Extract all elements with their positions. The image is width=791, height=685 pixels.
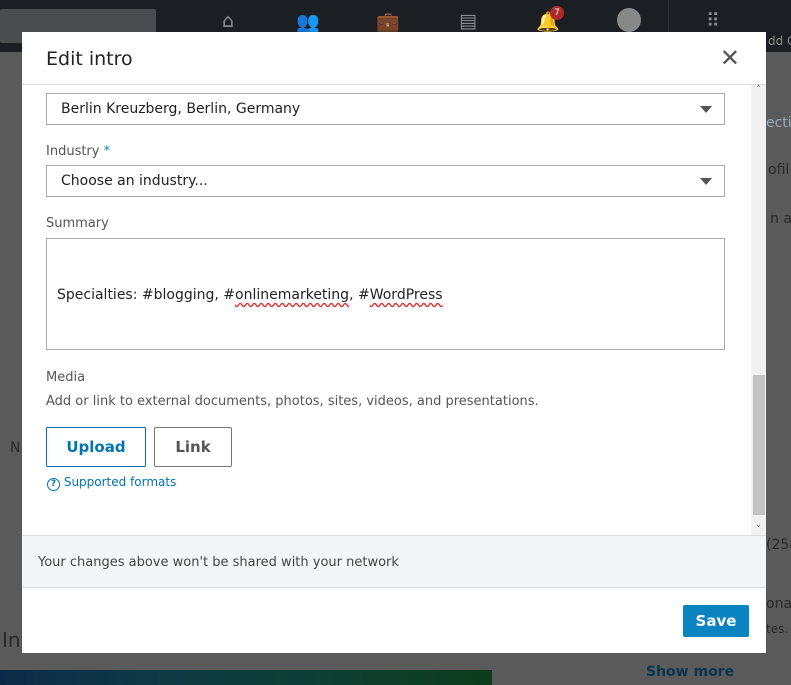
industry-label-text: Industry xyxy=(46,144,100,159)
media-label: Media xyxy=(46,370,86,385)
summary-text: onlinemarketing xyxy=(235,287,350,303)
scroll-down-icon[interactable]: ˅ xyxy=(751,525,766,535)
bg-text: (258 xyxy=(766,537,791,553)
scrollbar-thumb[interactable] xyxy=(753,375,765,515)
home-icon[interactable]: ⌂ xyxy=(216,10,240,34)
summary-text: WordPress xyxy=(369,287,443,303)
dialog-body: Berlin Kreuzberg, Berlin, Germany Indust… xyxy=(22,85,766,535)
close-icon[interactable]: ✕ xyxy=(720,44,740,72)
upload-button[interactable]: Upload xyxy=(46,427,146,467)
show-more-link[interactable]: Show more xyxy=(646,664,734,680)
save-button[interactable]: Save xyxy=(683,605,749,637)
bg-text: dd C xyxy=(768,34,791,48)
industry-label: Industry * xyxy=(46,144,110,159)
chevron-down-icon xyxy=(700,106,712,113)
summary-label: Summary xyxy=(46,216,109,231)
summary-text: Specialties: #blogging, # xyxy=(57,287,236,303)
location-select[interactable]: Berlin Kreuzberg, Berlin, Germany xyxy=(46,93,725,125)
edit-intro-dialog: Edit intro ✕ Berlin Kreuzberg, Berlin, G… xyxy=(22,32,766,653)
dialog-title: Edit intro xyxy=(46,48,133,70)
bg-text: ectio xyxy=(766,115,791,131)
summary-textarea[interactable]: Specialties: #blogging, #onlinemarketing… xyxy=(46,238,725,350)
jobs-icon[interactable]: 💼 xyxy=(376,10,400,34)
industry-select[interactable]: Choose an industry... xyxy=(46,165,725,197)
avatar[interactable] xyxy=(617,8,641,32)
notification-badge: 7 xyxy=(550,6,564,20)
location-value: Berlin Kreuzberg, Berlin, Germany xyxy=(61,101,301,117)
bg-text: n an xyxy=(770,211,791,227)
dialog-footer-note: Your changes above won't be shared with … xyxy=(22,535,766,588)
network-icon[interactable]: 👥 xyxy=(296,10,320,34)
industry-value: Choose an industry... xyxy=(61,173,208,189)
summary-text: , # xyxy=(349,287,370,303)
footer-note-text: Your changes above won't be shared with … xyxy=(38,555,399,570)
bg-text: N xyxy=(10,440,21,456)
chevron-down-icon xyxy=(700,178,712,185)
bg-text: ona xyxy=(766,596,791,612)
bg-text: tes. xyxy=(766,622,789,636)
supported-formats-link[interactable]: ? Supported formats xyxy=(47,475,176,491)
progress-bar xyxy=(0,670,492,685)
link-button[interactable]: Link xyxy=(154,427,232,467)
supported-formats-text: Supported formats xyxy=(63,475,177,489)
scroll-up-icon[interactable]: ˄ xyxy=(751,85,766,95)
media-help-text: Add or link to external documents, photo… xyxy=(46,394,539,409)
bg-text: ofil xyxy=(768,162,790,178)
required-mark: * xyxy=(103,144,111,159)
help-icon: ? xyxy=(47,478,60,491)
apps-grid-icon[interactable]: ⠿ xyxy=(701,10,725,34)
messaging-icon[interactable]: ▤ xyxy=(456,10,480,34)
dialog-header: Edit intro ✕ xyxy=(22,32,766,85)
scrollbar[interactable]: ˄ ˅ xyxy=(751,85,766,535)
